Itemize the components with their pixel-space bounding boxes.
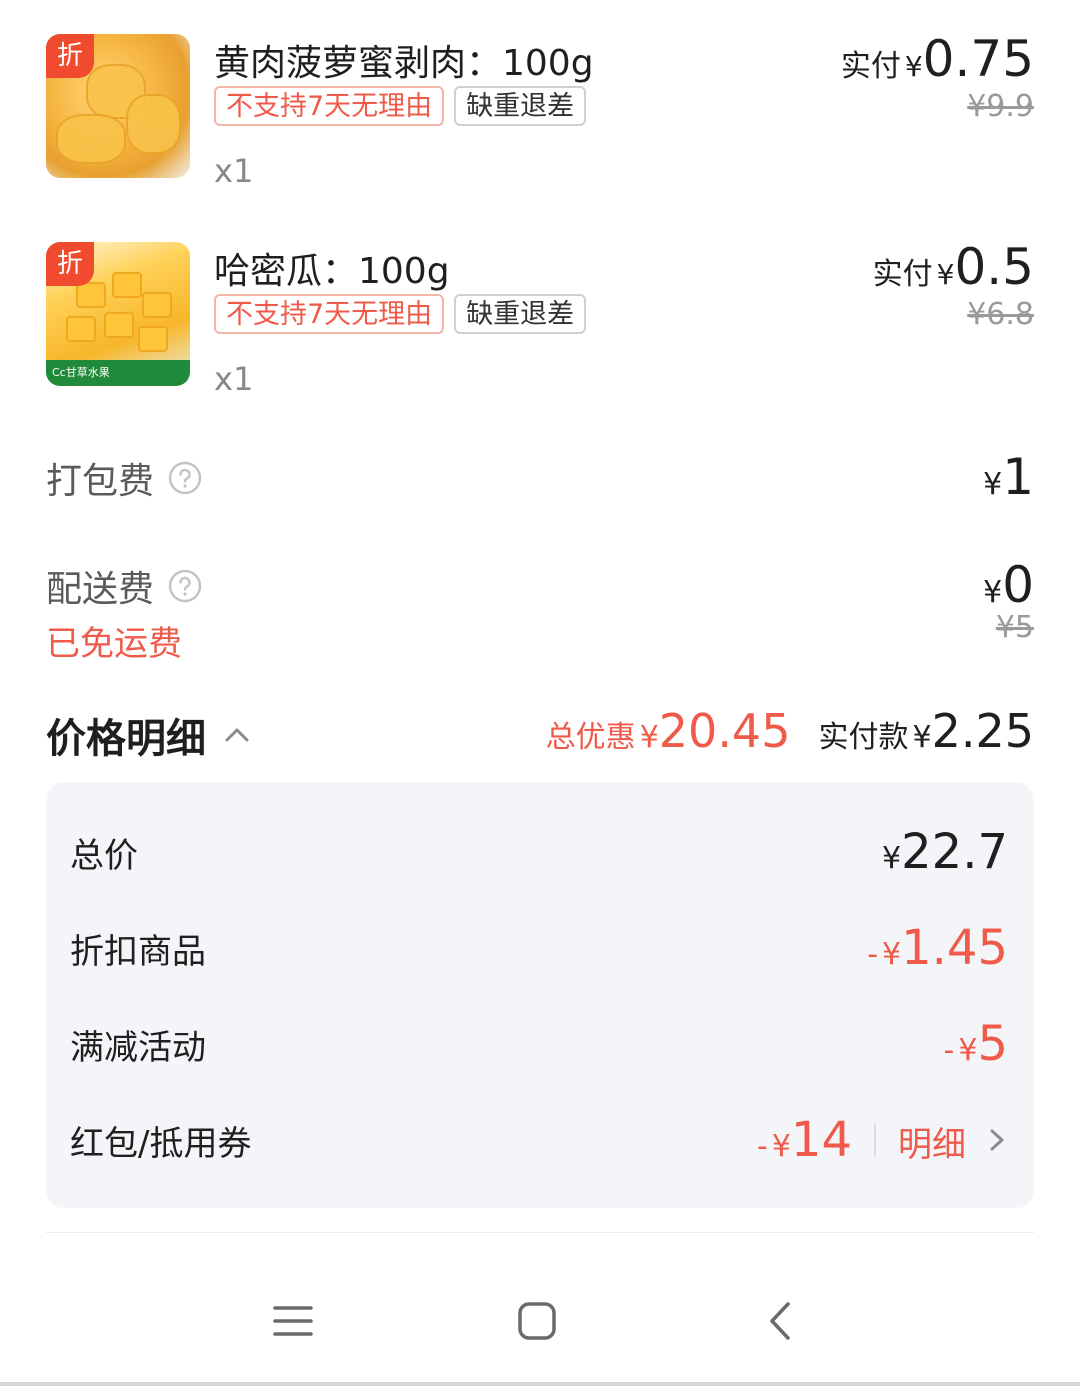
product-name: 哈密瓜：100g xyxy=(214,251,450,292)
breakdown-row-full-reduction: 满减活动 - ¥ 5 xyxy=(70,1014,1008,1074)
hami-melon-image: Cc甘草水果 折 xyxy=(46,242,190,386)
product-item[interactable]: Cc甘草水果 折 哈密瓜：100g 不支持7天无理由 缺重退差 x1 实付 ¥ … xyxy=(46,242,1034,398)
back-icon[interactable] xyxy=(756,1296,806,1346)
original-price: ¥6.8 xyxy=(967,297,1034,332)
breakdown-label: 满减活动 xyxy=(70,1027,206,1068)
packing-fee-row: 打包费 ¥ 1 xyxy=(46,452,1034,512)
help-icon[interactable] xyxy=(168,569,202,603)
delivery-fee-label: 配送费 xyxy=(46,569,155,610)
breakdown-row-total: 总价 ¥ 22.7 xyxy=(70,822,1008,882)
product-brand-band: Cc甘草水果 xyxy=(46,360,190,386)
currency-symbol: ¥ xyxy=(983,467,1003,502)
total-paid-amount: 2.25 xyxy=(931,704,1034,758)
currency-symbol: ¥ xyxy=(639,720,659,755)
weight-refund-tag: 缺重退差 xyxy=(454,86,587,126)
price-detail-title: 价格明细 xyxy=(46,716,206,762)
product-price: 实付 ¥ 0.5 ¥6.8 xyxy=(873,242,1034,332)
currency-symbol: ¥ xyxy=(882,937,902,972)
breakdown-amount: 22.7 xyxy=(901,824,1008,880)
price-summary: 总优惠 ¥ 20.45 实付款 ¥ 2.25 xyxy=(546,706,1034,756)
total-paid-label: 实付款 xyxy=(818,720,909,755)
product-name: 黄肉菠萝蜜剥肉：100g xyxy=(214,43,594,84)
currency-symbol: ¥ xyxy=(983,575,1003,610)
discount-badge: 折 xyxy=(46,242,94,286)
currency-symbol: ¥ xyxy=(912,720,932,755)
currency-symbol: ¥ xyxy=(904,50,923,83)
breakdown-amount: 14 xyxy=(790,1111,852,1168)
breakdown-amount: 5 xyxy=(977,1016,1008,1072)
chevron-right-icon[interactable] xyxy=(986,1125,1008,1155)
system-nav-bar xyxy=(0,1256,1080,1386)
packing-fee-label: 打包费 xyxy=(46,461,155,502)
original-price: ¥9.9 xyxy=(967,89,1034,124)
product-tags: 不支持7天无理由 缺重退差 xyxy=(214,86,587,126)
breakdown-row-coupons[interactable]: 红包/抵用券 - ¥ 14 明细 xyxy=(70,1110,1008,1170)
packing-fee-amount: 1 xyxy=(1002,448,1034,506)
coupon-detail-link[interactable]: 明细 xyxy=(898,1117,966,1166)
currency-symbol: ¥ xyxy=(958,1033,978,1068)
order-detail-page: 折 黄肉菠萝蜜剥肉：100g 不支持7天无理由 缺重退差 x1 实付 ¥ 0.7… xyxy=(0,0,1080,1386)
bottom-edge xyxy=(0,1382,1080,1386)
breakdown-amount: 1.45 xyxy=(901,920,1008,976)
minus-sign: - xyxy=(943,1033,955,1068)
product-quantity: x1 xyxy=(214,360,254,398)
delivery-fee-amount: 0 xyxy=(1002,556,1034,614)
weight-refund-tag: 缺重退差 xyxy=(454,294,587,334)
no-7day-return-tag: 不支持7天无理由 xyxy=(214,294,445,334)
minus-sign: - xyxy=(867,937,879,972)
breakdown-label: 折扣商品 xyxy=(70,931,206,972)
divider xyxy=(874,1123,876,1157)
free-shipping-note: 已免运费 xyxy=(46,624,182,664)
breakdown-row-discount-items: 折扣商品 - ¥ 1.45 xyxy=(70,918,1008,978)
product-quantity: x1 xyxy=(214,152,254,190)
menu-icon[interactable] xyxy=(268,1296,318,1346)
product-tags: 不支持7天无理由 缺重退差 xyxy=(214,294,587,334)
price-breakdown-panel: 总价 ¥ 22.7 折扣商品 - ¥ 1.45 满减活动 - ¥ 5 红包/抵用… xyxy=(46,782,1034,1208)
currency-symbol: ¥ xyxy=(771,1128,791,1164)
delivery-fee-row: 配送费 已免运费 ¥ 0 ¥5 xyxy=(46,556,1034,664)
total-discount-label: 总优惠 xyxy=(545,720,636,755)
minus-sign: - xyxy=(757,1128,768,1164)
paid-label: 实付 xyxy=(840,49,901,84)
currency-symbol: ¥ xyxy=(882,841,902,876)
breakdown-label: 红包/抵用券 xyxy=(70,1123,252,1164)
product-price: 实付 ¥ 0.75 ¥9.9 xyxy=(841,34,1034,124)
delivery-original-price: ¥5 xyxy=(995,610,1034,645)
section-divider xyxy=(46,1232,1034,1233)
help-icon[interactable] xyxy=(168,461,202,495)
breakdown-label: 总价 xyxy=(70,835,138,876)
currency-symbol: ¥ xyxy=(936,258,955,291)
jackfruit-image: 折 xyxy=(46,34,190,178)
no-7day-return-tag: 不支持7天无理由 xyxy=(214,86,445,126)
product-item[interactable]: 折 黄肉菠萝蜜剥肉：100g 不支持7天无理由 缺重退差 x1 实付 ¥ 0.7… xyxy=(46,34,1034,190)
home-icon[interactable] xyxy=(512,1296,562,1346)
total-discount-amount: 20.45 xyxy=(658,704,791,758)
paid-amount: 0.5 xyxy=(954,238,1034,296)
paid-amount: 0.75 xyxy=(922,30,1034,88)
discount-badge: 折 xyxy=(46,34,94,78)
chevron-up-icon[interactable] xyxy=(222,720,252,750)
paid-label: 实付 xyxy=(872,257,933,292)
price-detail-header[interactable]: 价格明细 总优惠 ¥ 20.45 实付款 ¥ 2.25 xyxy=(46,706,1034,766)
